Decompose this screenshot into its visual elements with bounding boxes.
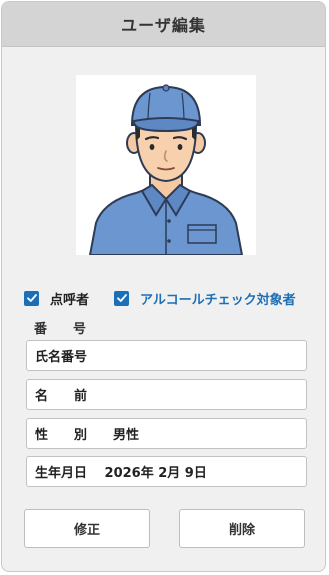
gender-field[interactable]: 性 別 男性 xyxy=(26,418,307,449)
roll-caller-checkbox[interactable]: 点呼者 xyxy=(24,289,89,308)
checkmark-icon xyxy=(24,290,39,306)
checkbox-row: 点呼者 アルコールチェック対象者 xyxy=(24,288,315,308)
user-edit-panel: ユーザ編集 点呼者 アルコールチェック対象者 番 号 氏名番号 名 前 性 別 … xyxy=(1,1,326,572)
number-field[interactable]: 氏名番号 xyxy=(26,340,307,371)
user-photo xyxy=(76,75,256,255)
roll-caller-label: 点呼者 xyxy=(50,292,90,308)
alcohol-check-target-label: アルコールチェック対象者 xyxy=(140,292,296,308)
edit-button[interactable]: 修正 xyxy=(24,509,150,548)
checkmark-icon xyxy=(114,290,130,306)
birthdate-field[interactable]: 生年月日 2026年 2月 9日 xyxy=(26,456,307,487)
number-label: 番 号 xyxy=(34,322,87,337)
delete-button[interactable]: 削除 xyxy=(179,509,305,548)
name-field[interactable]: 名 前 xyxy=(26,379,307,410)
page-title: ユーザ編集 xyxy=(2,2,325,47)
alcohol-check-target-checkbox[interactable]: アルコールチェック対象者 xyxy=(114,289,296,308)
